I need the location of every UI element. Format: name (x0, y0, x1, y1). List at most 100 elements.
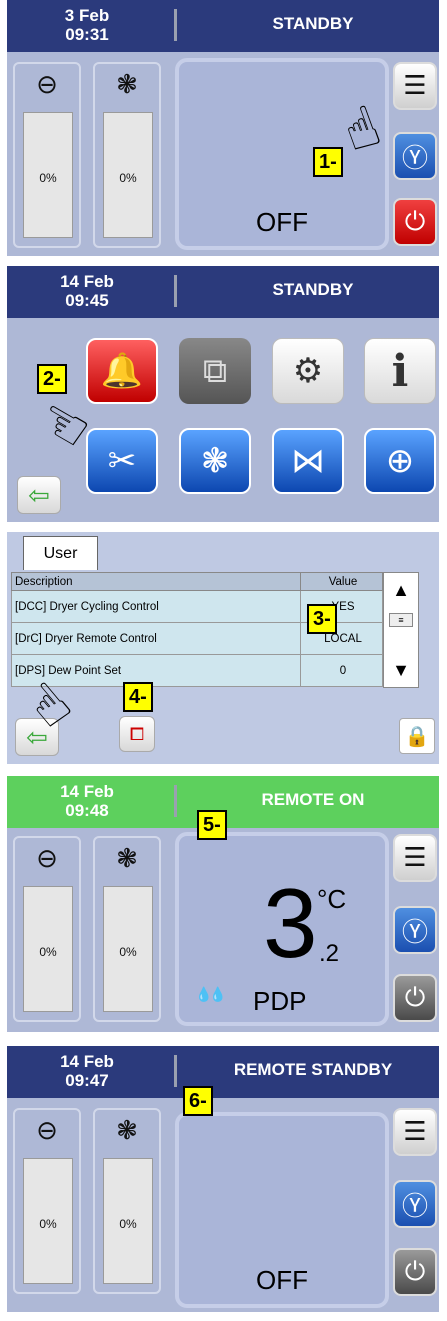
door-icon: ⧠ (129, 723, 145, 744)
fan-icon: ❃ (116, 70, 138, 100)
settings-button[interactable]: ✂ (86, 428, 158, 494)
pointing-hand-icon: ☝ (28, 394, 103, 457)
param-value: 0 (300, 654, 383, 687)
screen-remote-on: 14 Feb 09:48 REMOTE ON ⊖ 0% ❃ 0% 3 °C .2 … (7, 776, 439, 1032)
calendar-network-button[interactable]: ⊕ (364, 428, 436, 494)
compressor-percent: 0% (39, 945, 57, 959)
temp-decimal: .2 (319, 940, 340, 967)
back-button[interactable]: ⇦ (17, 476, 61, 514)
compressor-gauge: ⊖ 0% (13, 62, 81, 248)
time-label: 09:45 (65, 291, 109, 310)
fan-bar: 0% (103, 886, 153, 1012)
compressor-gauge: ⊖ 0% (13, 1108, 81, 1294)
header-divider (174, 785, 177, 817)
dryer-icon: Ⓨ (401, 917, 428, 948)
info-icon: i (391, 345, 409, 397)
fan-bar: 0% (103, 112, 153, 238)
date-time: 14 Feb 09:48 (7, 782, 167, 820)
menu-button[interactable]: ☰ (393, 834, 437, 882)
fan-icon: ❃ (116, 844, 138, 874)
fan-bar: 0% (103, 1158, 153, 1284)
power-icon: ⏻ (404, 206, 426, 237)
main-display: OFF (175, 1112, 389, 1308)
scroll-thumb[interactable]: ≡ (389, 613, 413, 627)
menu-list-icon: ☰ (403, 843, 427, 873)
status-label: STANDBY (272, 280, 354, 299)
compressor-icon: ⊖ (36, 1116, 58, 1146)
maintenance-button[interactable]: ⚙ (272, 338, 344, 404)
screen-remote-standby: 14 Feb 09:47 REMOTE STANDBY ⊖ 0% ❃ 0% OFF… (7, 1046, 439, 1312)
callout-step-4: 4- (123, 682, 153, 712)
compressor-fan-button[interactable]: ❃ (179, 428, 251, 494)
dewpoint-value: 3 (263, 868, 318, 978)
main-display: 3 °C .2 💧💧 PDP (175, 832, 389, 1026)
compressor-icon: ⊖ (36, 70, 58, 100)
param-description: [DPS] Dew Point Set (11, 654, 301, 687)
screen-main-menu: 14 Feb 09:45 STANDBY 🔔 ⧉ ⚙ i ✂ ❃ ⋈ ⊕ ⇦ 2-… (7, 266, 439, 522)
refrigeration-circuit-icon: ⧉ (202, 351, 228, 391)
header-bar: 14 Feb 09:47 REMOTE STANDBY (7, 1046, 439, 1098)
scrollbar[interactable]: ▲ ≡ ▼ (383, 572, 419, 688)
power-button[interactable]: ⏻ (393, 1248, 437, 1296)
back-arrow-icon: ⇦ (28, 479, 50, 510)
param-description: [DrC] Dryer Remote Control (11, 622, 301, 655)
power-icon: ⏻ (404, 982, 426, 1013)
scroll-down-arrow-icon[interactable]: ▼ (384, 653, 418, 687)
pdp-label: PDP (253, 986, 307, 1016)
calendar-globe-icon: ⊕ (385, 441, 415, 481)
exit-door-button[interactable]: ⧠ (119, 716, 155, 752)
scroll-up-arrow-icon[interactable]: ▲ (384, 573, 418, 607)
time-label: 09:48 (65, 801, 109, 820)
lock-button[interactable]: 🔒 (399, 718, 435, 754)
callout-step-5: 5- (197, 810, 227, 840)
menu-button[interactable]: ☰ (393, 1108, 437, 1156)
alarm-button[interactable]: 🔔 (86, 338, 158, 404)
menu-button[interactable]: ☰ (393, 62, 437, 110)
time-label: 09:47 (65, 1071, 109, 1090)
tools-icon: ✂ (107, 441, 137, 481)
date-label: 3 Feb (64, 6, 110, 25)
compressor-icon: ⊖ (36, 844, 58, 874)
callout-step-2: 2- (37, 364, 67, 394)
power-icon: ⏻ (404, 1256, 426, 1287)
menu-list-icon: ☰ (403, 71, 427, 101)
fan-percent: 0% (119, 171, 137, 185)
compressor-bar: 0% (23, 1158, 73, 1284)
tab-user[interactable]: User (23, 536, 98, 570)
header-bar: 3 Feb 09:31 STANDBY (7, 0, 439, 52)
header-divider (174, 275, 177, 307)
dryer-icon: Ⓨ (401, 1191, 428, 1222)
power-button[interactable]: ⏻ (393, 974, 437, 1022)
power-button[interactable]: ⏻ (393, 198, 437, 246)
compressor-fan-icon: ❃ (200, 441, 230, 481)
header-divider (174, 1055, 177, 1087)
table-header: Description Value (11, 572, 383, 591)
info-button[interactable]: i (364, 338, 436, 404)
screen-standby-local: 3 Feb 09:31 STANDBY ⊖ 0% ❃ 0% OFF ☰ Ⓨ ⏻ 1… (7, 0, 439, 256)
valve-button[interactable]: ⋈ (272, 428, 344, 494)
fan-icon: ❃ (116, 1116, 138, 1146)
fan-gauge: ❃ 0% (93, 62, 161, 248)
fan-percent: 0% (119, 1217, 137, 1231)
callout-step-1: 1- (313, 147, 343, 177)
compressor-bar: 0% (23, 112, 73, 238)
dew-drops-icon: 💧💧 (195, 986, 227, 1002)
date-time: 14 Feb 09:47 (7, 1052, 167, 1090)
dryer-button[interactable]: Ⓨ (393, 1180, 437, 1228)
table-row[interactable]: [DPS] Dew Point Set 0 (11, 654, 383, 687)
date-label: 14 Feb (60, 782, 114, 801)
date-label: 14 Feb (60, 1052, 114, 1071)
wrench-gear-icon: ⚙ (292, 351, 324, 391)
screen-user-params: User Description Value [DCC] Dryer Cycli… (7, 532, 439, 764)
status-label: REMOTE STANDBY (233, 1060, 393, 1079)
col-description: Description (11, 572, 301, 591)
fan-percent: 0% (119, 945, 137, 959)
circuit-button[interactable]: ⧉ (179, 338, 251, 404)
compressor-gauge: ⊖ 0% (13, 836, 81, 1022)
lock-icon: 🔒 (404, 725, 430, 748)
dryer-button[interactable]: Ⓨ (393, 906, 437, 954)
date-time: 14 Feb 09:45 (7, 272, 167, 310)
dryer-button[interactable]: Ⓨ (393, 132, 437, 180)
date-label: 14 Feb (60, 272, 114, 291)
param-description: [DCC] Dryer Cycling Control (11, 590, 301, 623)
